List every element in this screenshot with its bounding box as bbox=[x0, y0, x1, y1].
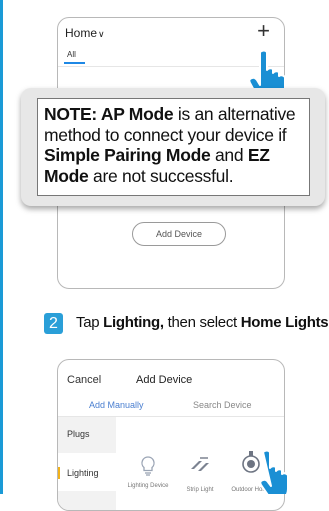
add-plus-button[interactable]: + bbox=[257, 18, 270, 44]
device-label-lighting: Lighting Device bbox=[127, 483, 169, 489]
tab-search-device[interactable]: Search Device bbox=[193, 400, 252, 410]
category-active-marker bbox=[58, 467, 60, 479]
note-text: NOTE: AP Mode is an alternative method t… bbox=[37, 98, 310, 196]
category-plugs[interactable]: Plugs bbox=[67, 429, 90, 439]
category-lighting[interactable]: Lighting bbox=[67, 468, 99, 478]
home-title[interactable]: Home∨ bbox=[65, 26, 105, 40]
category-sidebar: Plugs Lighting bbox=[58, 417, 116, 510]
pointing-hand-icon bbox=[259, 449, 289, 494]
cancel-button[interactable]: Cancel bbox=[67, 374, 101, 386]
add-device-screen-mockup: Cancel Add Device Add Manually Search De… bbox=[57, 359, 285, 511]
tab-add-manually[interactable]: Add Manually bbox=[89, 400, 144, 410]
strip-light-icon[interactable] bbox=[188, 452, 212, 476]
step-instruction: Tap Lighting, then select Home Lights. bbox=[76, 314, 329, 331]
bulb-icon[interactable] bbox=[136, 454, 160, 478]
tab-all-underline bbox=[64, 62, 85, 64]
chevron-down-icon: ∨ bbox=[98, 29, 105, 39]
note-heading: NOTE: AP Mode bbox=[44, 104, 174, 124]
left-accent-rule bbox=[0, 0, 3, 494]
add-device-button[interactable]: Add Device bbox=[132, 222, 226, 246]
tab-all[interactable]: All bbox=[67, 50, 76, 59]
step-number-badge: 2 bbox=[44, 313, 63, 334]
screen-title: Add Device bbox=[136, 374, 193, 386]
device-label-strip: Strip Light bbox=[186, 487, 214, 493]
